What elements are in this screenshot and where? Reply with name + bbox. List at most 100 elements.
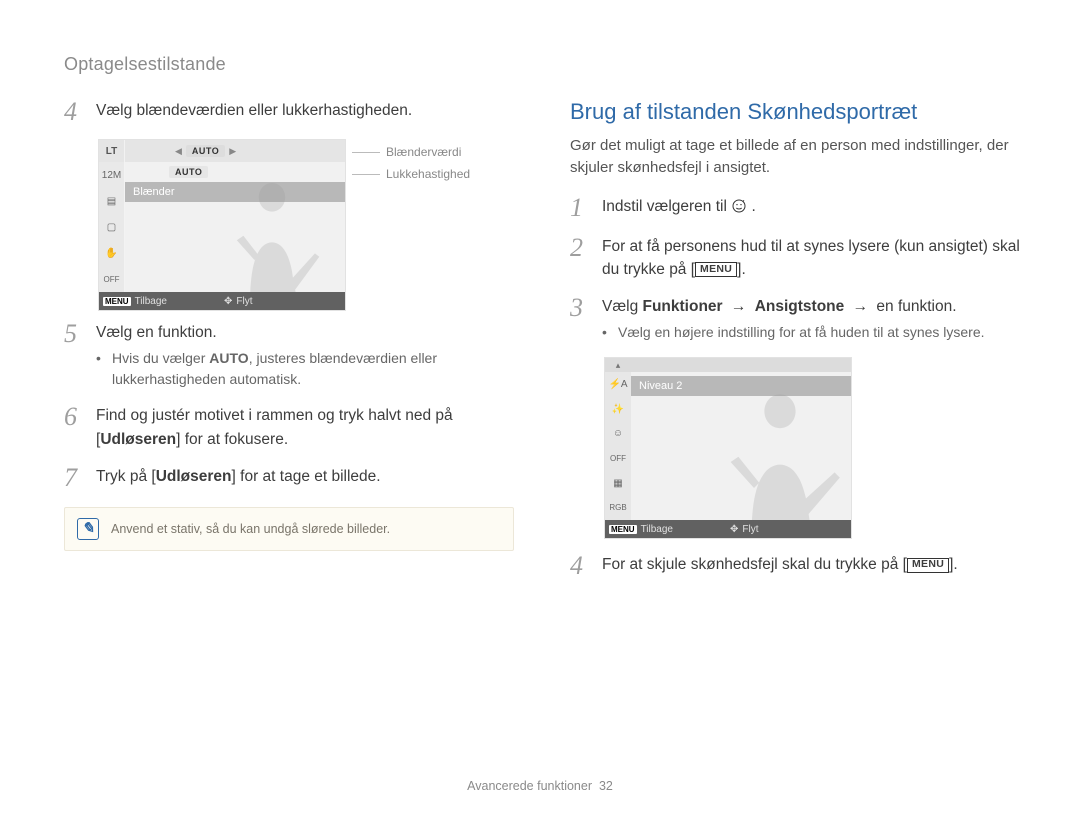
- step-number: 5: [64, 321, 86, 390]
- bullet-dot: •: [602, 322, 610, 343]
- nav-icon: ✥: [730, 524, 738, 535]
- grid-icon: ▦: [605, 471, 631, 496]
- step-text: For at få personens hud til at synes lys…: [602, 235, 1024, 282]
- menu-keycap-icon: MENU: [695, 262, 737, 277]
- r-step-2: 2 For at få personens hud til at synes l…: [570, 235, 1024, 282]
- lcd-auto-2: AUTO: [169, 166, 208, 178]
- step-6: 6 Find og justér motivet i rammen og try…: [64, 404, 514, 451]
- lcd2-body: ⚡A ✨ ☺ OFF ▦ RGB Niveau 2: [605, 372, 851, 520]
- nav-icon: ✥: [224, 296, 232, 307]
- lcd-move-label: Flyt: [236, 296, 252, 307]
- r4-b: ].: [949, 556, 958, 573]
- lcd-quality-icon: ▤: [99, 188, 124, 214]
- rgb-icon: RGB: [605, 496, 631, 521]
- callout-aperture: Blænderværdi: [386, 145, 461, 159]
- r-step-4: 4 For at skjule skønhedsfejl skal du try…: [570, 553, 1024, 579]
- step-text: Indstil vælgeren til .: [602, 195, 1024, 221]
- camera-lcd-wrap: LT ◀ AUTO ▶: [64, 139, 514, 311]
- r2-a: For at få personens hud til at synes lys…: [602, 238, 1020, 278]
- step7-bold: Udløseren: [156, 468, 232, 485]
- step-number: 4: [64, 99, 86, 125]
- step-5: 5 Vælg en funktion. • Hvis du vælger AUT…: [64, 321, 514, 390]
- step-number: 4: [570, 553, 592, 579]
- left-arrow-icon: ◀: [175, 146, 182, 157]
- step6-bold: Udløseren: [100, 431, 176, 448]
- note-text: Anvend et stativ, så du kan undgå sløred…: [111, 522, 390, 536]
- camera-lcd-beauty: ▴ ⚡A ✨ ☺ OFF ▦ RGB Niveau 2: [604, 357, 852, 539]
- section-lead: Gør det muligt at tage et billede af en …: [570, 135, 1024, 179]
- face-detect-icon: ☺: [605, 422, 631, 447]
- step-number: 6: [64, 404, 86, 451]
- menu-badge-icon: MENU: [609, 525, 637, 534]
- note-icon: ✎: [77, 518, 99, 540]
- menu-badge-icon: MENU: [103, 297, 131, 306]
- person-silhouette-icon: [217, 172, 327, 292]
- bullet-bold: AUTO: [209, 350, 248, 366]
- r2-b: ].: [737, 261, 746, 278]
- person-silhouette-icon: [715, 384, 845, 520]
- lcd-res-icon: 12M: [99, 162, 124, 188]
- step-text: Vælg blændeværdien eller lukkerhastighed…: [96, 99, 514, 125]
- lcd2-bottom-bar: MENU Tilbage ✥ Flyt: [605, 520, 851, 538]
- arrow-icon: →: [727, 295, 751, 318]
- lcd2-move-label: Flyt: [742, 524, 758, 535]
- up-arrow-icon: ▴: [605, 358, 631, 372]
- beauty-mode-icon: [731, 198, 747, 214]
- step7-a: Tryk på [: [96, 468, 156, 485]
- r-step-3: 3 Vælg Funktioner → Ansigtstone → en fun…: [570, 295, 1024, 343]
- callout-line: [352, 152, 380, 153]
- step-7: 7 Tryk på [Udløseren] for at tage et bil…: [64, 465, 514, 491]
- face-retouch-icon: ✨: [605, 397, 631, 422]
- tip-note-box: ✎ Anvend et stativ, så du kan undgå slør…: [64, 507, 514, 551]
- lcd-top-value-area: ◀ AUTO ▶: [125, 140, 345, 162]
- r1-b: .: [752, 198, 756, 215]
- bullet-dot: •: [96, 348, 104, 390]
- step-text: Find og justér motivet i rammen og tryk …: [96, 404, 514, 451]
- r3-bullet: • Vælg en højere indstilling for at få h…: [602, 322, 1024, 343]
- right-column: Brug af tilstanden Skønhedsportræt Gør d…: [570, 99, 1024, 593]
- arrow-icon: →: [849, 295, 873, 318]
- step-text: Vælg en funktion. • Hvis du vælger AUTO,…: [96, 321, 514, 390]
- callout-shutter: Lukkehastighed: [386, 167, 470, 181]
- step-number: 1: [570, 195, 592, 221]
- step-4: 4 Vælg blændeværdien eller lukkerhastigh…: [64, 99, 514, 125]
- step-number: 3: [570, 295, 592, 343]
- r-step-1: 1 Indstil vælgeren til .: [570, 195, 1024, 221]
- step6-b: ] for at fokusere.: [176, 431, 288, 448]
- lcd-top-bar: LT ◀ AUTO ▶: [99, 140, 345, 162]
- lcd-body: 12M ▤ ▢ ✋ OFF AUTO Blænder: [99, 162, 345, 292]
- r3-a: Vælg: [602, 298, 643, 315]
- footer-page-number: 32: [599, 779, 613, 793]
- flash-icon: ⚡A: [605, 372, 631, 397]
- lcd-focus-icon: ▢: [99, 214, 124, 240]
- step-number: 7: [64, 465, 86, 491]
- section-title: Brug af tilstanden Skønhedsportræt: [570, 99, 1024, 125]
- step-text: Vælg Funktioner → Ansigtstone → en funkt…: [602, 295, 1024, 343]
- callout-line: [352, 174, 380, 175]
- lcd2-back-label: Tilbage: [641, 524, 673, 535]
- lcd-mode-lt: LT: [99, 140, 125, 162]
- page-footer: Avancerede funktioner 32: [0, 779, 1080, 793]
- lcd2-left-icons: ⚡A ✨ ☺ OFF ▦ RGB: [605, 372, 631, 520]
- lcd-auto-1: AUTO: [186, 145, 225, 157]
- breadcrumb: Optagelsestilstande: [64, 54, 1024, 75]
- r3-b2: Ansigtstone: [755, 298, 845, 315]
- lcd2-preview: Niveau 2: [631, 372, 851, 520]
- off-icon: OFF: [605, 446, 631, 471]
- two-column-layout: 4 Vælg blændeværdien eller lukkerhastigh…: [64, 99, 1024, 593]
- bullet-prefix: Hvis du vælger: [112, 350, 209, 366]
- right-arrow-icon: ▶: [229, 146, 236, 157]
- lcd-auto-row-1: ◀ AUTO ▶: [175, 145, 236, 157]
- lcd-callouts: Blænderværdi Lukkehastighed: [352, 137, 470, 183]
- lcd2-top: ▴: [605, 358, 851, 372]
- r1-a: Indstil vælgeren til: [602, 198, 731, 215]
- r4-a: For at skjule skønhedsfejl skal du trykk…: [602, 556, 907, 573]
- r3-b1: Funktioner: [643, 298, 723, 315]
- lcd-back-label: Tilbage: [135, 296, 167, 307]
- step-text: For at skjule skønhedsfejl skal du trykk…: [602, 553, 1024, 579]
- manual-page: Optagelsestilstande 4 Vælg blændeværdien…: [0, 0, 1080, 815]
- step5-text: Vælg en funktion.: [96, 324, 217, 341]
- lcd-off-icon: OFF: [99, 266, 124, 292]
- step5-bullet: • Hvis du vælger AUTO, justeres blændevæ…: [96, 348, 514, 390]
- left-column: 4 Vælg blændeværdien eller lukkerhastigh…: [64, 99, 514, 593]
